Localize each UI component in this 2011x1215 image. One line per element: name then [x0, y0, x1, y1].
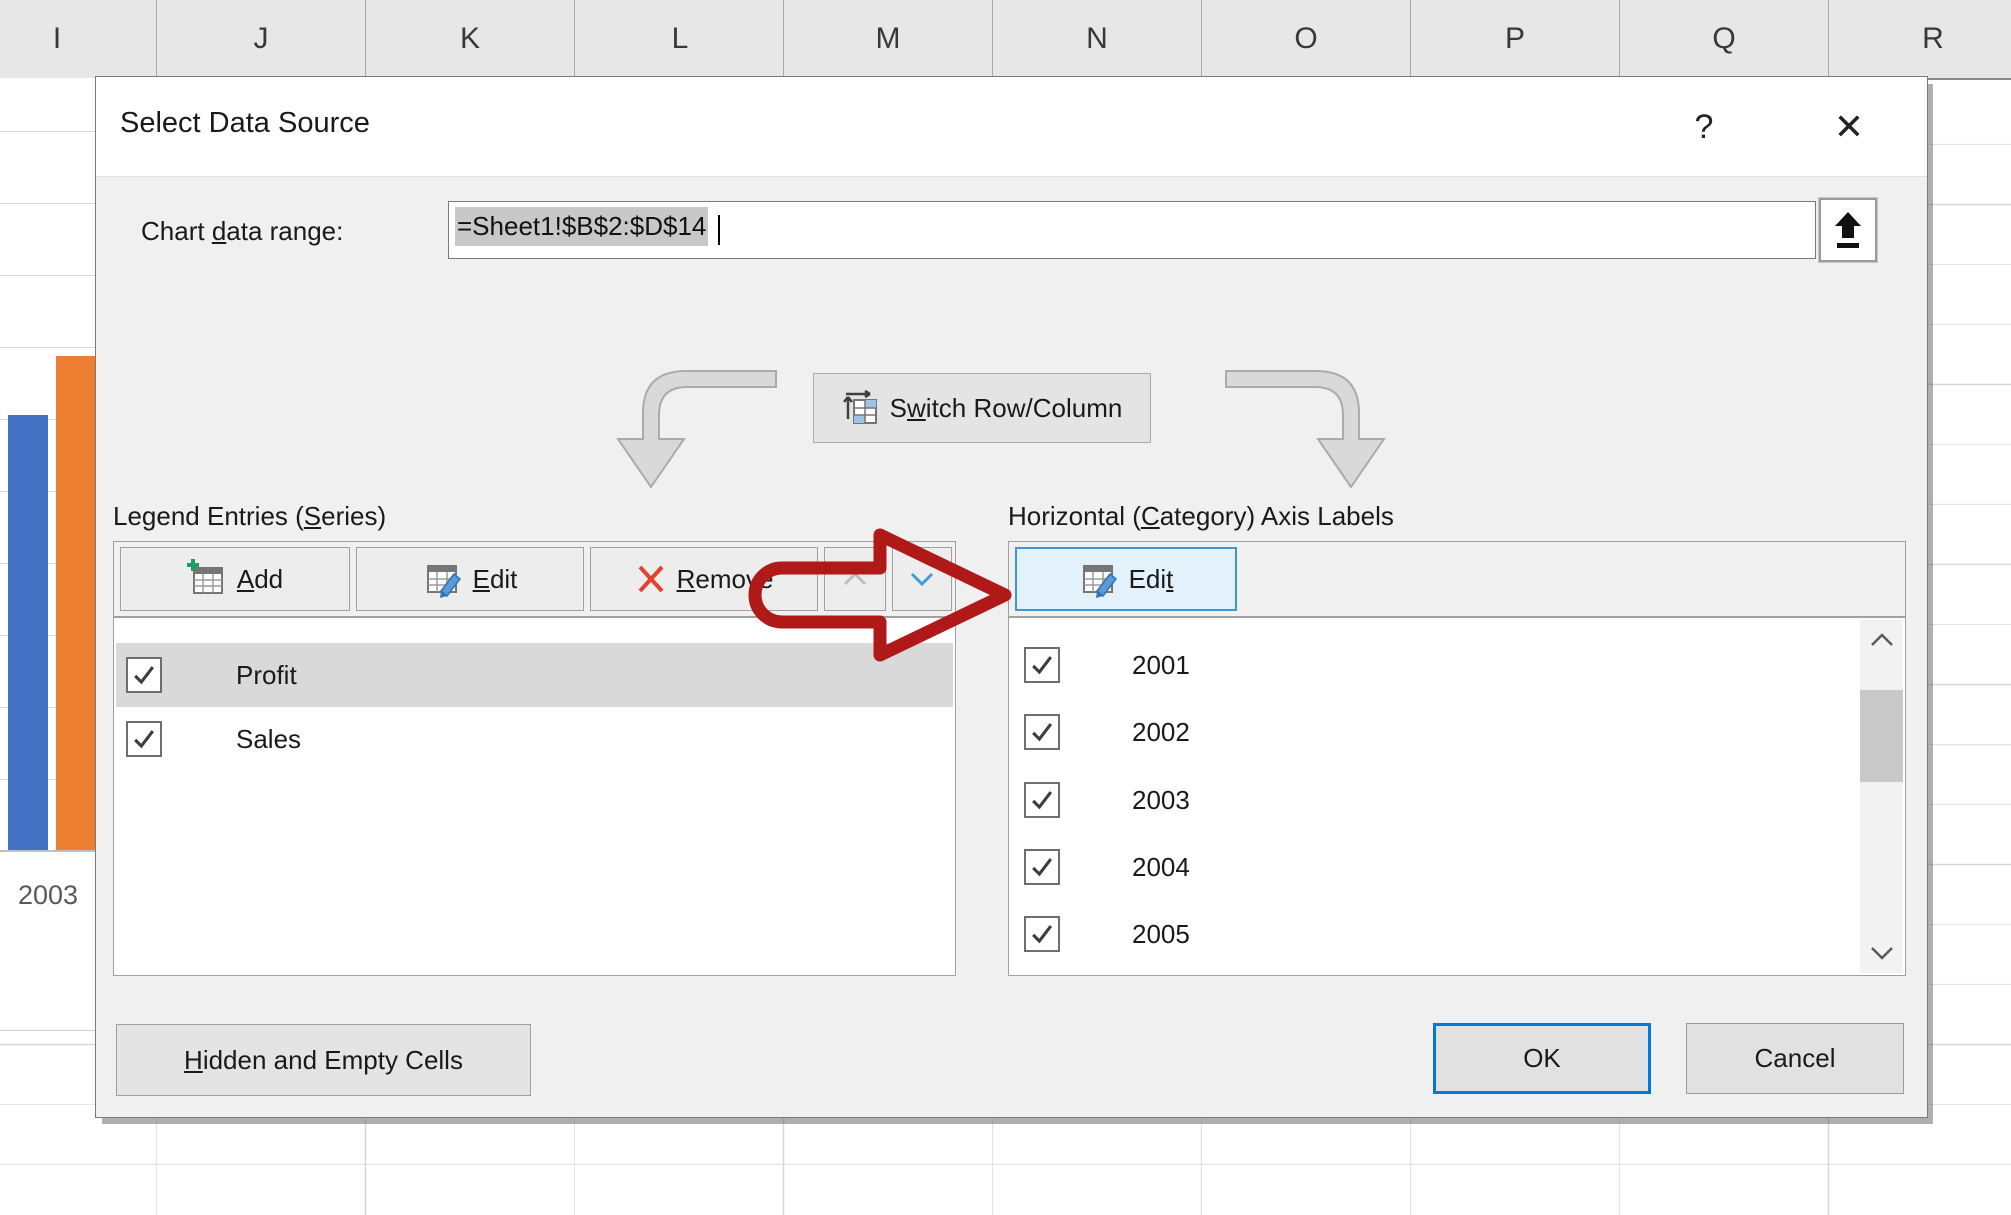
- checkbox-checked[interactable]: [1024, 782, 1060, 818]
- legend-entries-heading: Legend Entries (Series): [113, 501, 386, 532]
- chart-bar-sales: [56, 356, 95, 850]
- remove-series-button[interactable]: Remove: [590, 547, 818, 611]
- remove-x-icon: [635, 563, 667, 595]
- series-label: Sales: [236, 724, 301, 755]
- checkbox-checked[interactable]: [126, 657, 162, 693]
- axis-labels-heading: Horizontal (Category) Axis Labels: [1008, 501, 1394, 532]
- axis-label-row[interactable]: 2002: [1011, 700, 1858, 764]
- column-header[interactable]: N: [1086, 22, 1108, 56]
- cancel-button[interactable]: Cancel: [1686, 1023, 1904, 1094]
- chart-bar-profit: [8, 415, 48, 850]
- switch-row-column-label: Switch Row/Column: [890, 393, 1123, 424]
- switch-row-column-icon: [842, 389, 880, 427]
- column-header[interactable]: M: [876, 22, 901, 56]
- column-header[interactable]: J: [254, 22, 269, 56]
- column-header[interactable]: I: [53, 22, 61, 56]
- edit-table-pencil-icon: [1079, 559, 1119, 599]
- scroll-down-icon[interactable]: [1860, 933, 1903, 973]
- select-data-source-dialog: Select Data Source ? ✕ Chart data range:…: [95, 76, 1928, 1118]
- dialog-title: Select Data Source: [120, 107, 370, 140]
- column-header[interactable]: R: [1922, 22, 1944, 56]
- axis-label: 2005: [1132, 919, 1190, 950]
- axis-labels-list: 2001 2002 2003 2004 2005: [1008, 617, 1906, 976]
- chart-data-range-input[interactable]: =Sheet1!$B$2:$D$14: [448, 201, 1816, 259]
- column-header[interactable]: Q: [1712, 22, 1735, 56]
- collapse-dialog-button[interactable]: [1819, 198, 1877, 262]
- checkbox-checked[interactable]: [1024, 714, 1060, 750]
- axis-label-row[interactable]: 2005: [1011, 902, 1858, 966]
- add-table-icon: [187, 559, 227, 599]
- remove-button-label: Remove: [677, 564, 774, 595]
- edit-table-pencil-icon: [423, 559, 463, 599]
- hidden-and-empty-cells-button[interactable]: Hidden and Empty Cells: [116, 1024, 531, 1096]
- edit-axis-labels-button[interactable]: Edit: [1015, 547, 1237, 611]
- dialog-title-bar: [96, 77, 1927, 177]
- column-header[interactable]: O: [1294, 22, 1317, 56]
- series-row-sales[interactable]: Sales: [116, 707, 953, 771]
- axis-label: 2001: [1132, 650, 1190, 681]
- series-label: Profit: [236, 660, 297, 691]
- chevron-up-icon: [840, 569, 870, 589]
- move-series-up-button[interactable]: [824, 547, 886, 611]
- chart-category-label: 2003: [0, 880, 96, 911]
- axis-labels-toolbar: Edit: [1008, 541, 1906, 617]
- text-caret: [718, 215, 720, 245]
- scroll-up-icon[interactable]: [1860, 620, 1903, 660]
- column-header[interactable]: P: [1505, 22, 1525, 56]
- chart-data-range-label: Chart data range:: [141, 216, 343, 247]
- collapse-arrow-icon: [1831, 210, 1865, 250]
- axis-label-row[interactable]: 2001: [1011, 633, 1858, 697]
- switch-row-column-button[interactable]: Switch Row/Column: [813, 373, 1151, 443]
- checkbox-checked[interactable]: [1024, 647, 1060, 683]
- series-row-profit[interactable]: Profit: [116, 643, 953, 707]
- close-icon[interactable]: ✕: [1814, 97, 1884, 157]
- move-series-down-button[interactable]: [892, 547, 952, 611]
- legend-toolbar: Add Edit: [113, 541, 956, 617]
- checkbox-checked[interactable]: [1024, 916, 1060, 952]
- legend-series-list: Profit Sales: [113, 617, 956, 976]
- help-icon[interactable]: ?: [1669, 97, 1739, 157]
- range-value-selected-text: =Sheet1!$B$2:$D$14: [455, 207, 708, 246]
- axis-label-row[interactable]: 2004: [1011, 835, 1858, 899]
- edit-button-label: Edit: [473, 564, 518, 595]
- axis-label-row[interactable]: 2003: [1011, 768, 1858, 832]
- axis-label: 2002: [1132, 717, 1190, 748]
- chevron-down-icon: [907, 569, 937, 589]
- ok-button[interactable]: OK: [1433, 1023, 1651, 1094]
- edit-series-button[interactable]: Edit: [356, 547, 584, 611]
- scrollbar-thumb[interactable]: [1860, 690, 1903, 782]
- add-button-label: Add: [237, 564, 283, 595]
- checkbox-checked[interactable]: [1024, 849, 1060, 885]
- add-series-button[interactable]: Add: [120, 547, 350, 611]
- column-header-row: I J K L M N O P Q R: [0, 0, 2011, 80]
- checkbox-checked[interactable]: [126, 721, 162, 757]
- vertical-scrollbar[interactable]: [1860, 620, 1903, 973]
- axis-label: 2004: [1132, 852, 1190, 883]
- excel-window: I J K L M N O P Q R 2003 Select Data Sou…: [0, 0, 2011, 1215]
- axis-label: 2003: [1132, 785, 1190, 816]
- column-header[interactable]: K: [460, 22, 480, 56]
- edit-axis-button-label: Edit: [1129, 564, 1174, 595]
- column-header[interactable]: L: [672, 22, 689, 56]
